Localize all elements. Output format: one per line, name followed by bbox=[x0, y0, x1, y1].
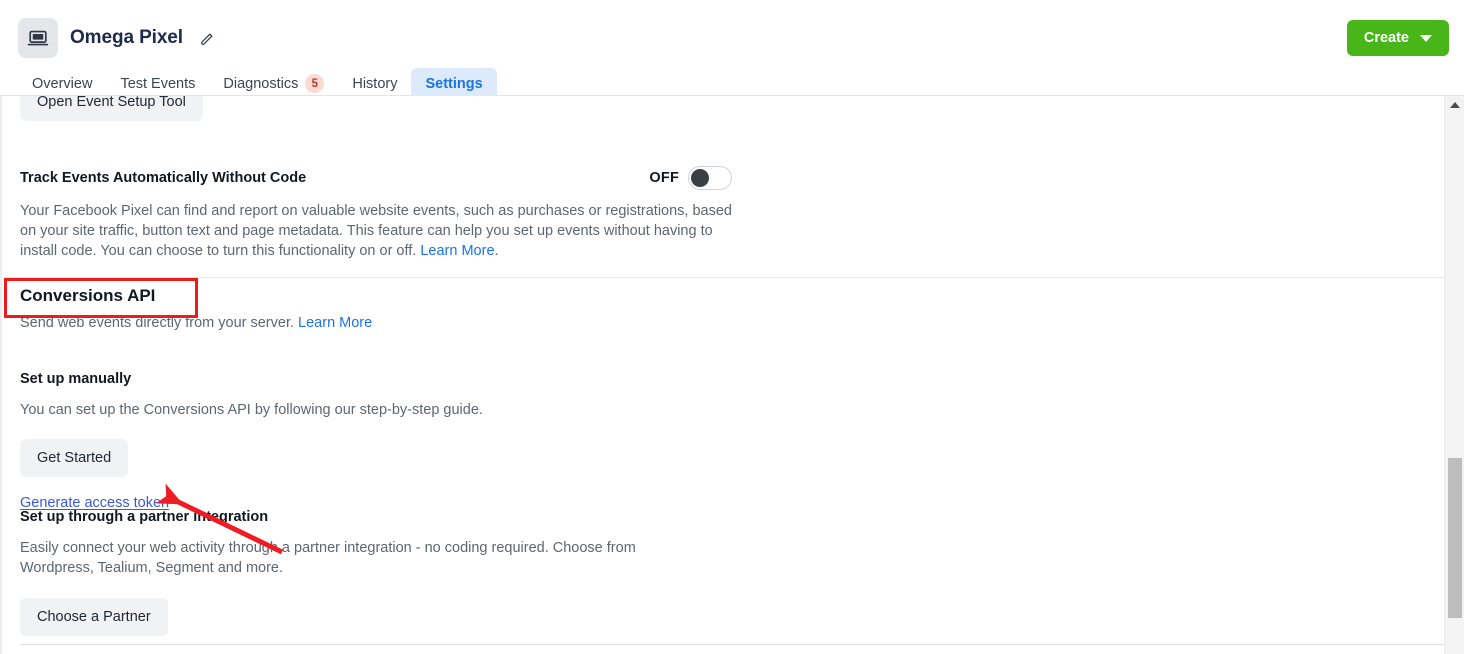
tab-test-events[interactable]: Test Events bbox=[106, 68, 209, 100]
choose-a-partner-button[interactable]: Choose a Partner bbox=[20, 598, 168, 636]
tab-settings[interactable]: Settings bbox=[411, 67, 497, 100]
setup-manually-section: Set up manually You can set up the Conve… bbox=[20, 371, 920, 512]
partner-integration-section: Set up through a partner integration Eas… bbox=[20, 509, 720, 636]
section-divider bbox=[2, 277, 1444, 278]
open-event-setup-tool-wrap: Open Event Setup Tool bbox=[20, 96, 203, 121]
tab-label: History bbox=[352, 75, 398, 92]
page-header: Omega Pixel Overview Test Events Diagnos… bbox=[0, 0, 1464, 100]
conversions-api-subtitle-text: Send web events directly from your serve… bbox=[20, 315, 295, 331]
create-button-label: Create bbox=[1363, 30, 1409, 46]
tab-label: Test Events bbox=[120, 75, 196, 92]
tab-label: Settings bbox=[425, 75, 483, 92]
track-events-learn-more-link[interactable]: Learn More bbox=[420, 243, 494, 259]
chevron-down-icon bbox=[1420, 34, 1432, 42]
tab-label: Overview bbox=[32, 75, 93, 92]
settings-content: Open Event Setup Tool Track Events Autom… bbox=[0, 96, 1444, 654]
track-events-heading: Track Events Automatically Without Code bbox=[20, 170, 307, 186]
get-started-button[interactable]: Get Started bbox=[20, 439, 129, 477]
conversions-api-title: Conversions API bbox=[20, 286, 156, 305]
toggle-state-label: OFF bbox=[649, 170, 679, 186]
title-row: Omega Pixel bbox=[18, 18, 219, 58]
vertical-scrollbar-thumb[interactable] bbox=[1448, 458, 1462, 618]
track-events-toggle-group[interactable]: OFF bbox=[649, 166, 732, 190]
diagnostics-count-badge: 5 bbox=[305, 74, 325, 93]
get-started-wrap: Get Started bbox=[20, 439, 920, 477]
toggle-knob bbox=[691, 169, 709, 187]
track-events-description-text: Your Facebook Pixel can find and report … bbox=[20, 203, 732, 259]
conversions-api-section: Conversions API Send web events directly… bbox=[20, 286, 920, 333]
description-period: . bbox=[494, 243, 499, 259]
partner-integration-description: Easily connect your web activity through… bbox=[20, 540, 636, 576]
partner-integration-heading: Set up through a partner integration bbox=[20, 509, 269, 525]
track-events-header-row: Track Events Automatically Without Code … bbox=[20, 166, 732, 190]
create-button[interactable]: Create bbox=[1346, 20, 1449, 56]
pixel-settings-page: Omega Pixel Overview Test Events Diagnos… bbox=[0, 0, 1464, 654]
setup-manually-heading: Set up manually bbox=[20, 371, 132, 387]
setup-manually-description: You can set up the Conversions API by fo… bbox=[20, 402, 483, 418]
tab-history[interactable]: History bbox=[338, 68, 411, 100]
open-event-setup-tool-button[interactable]: Open Event Setup Tool bbox=[20, 96, 203, 121]
tab-label: Diagnostics bbox=[223, 75, 299, 92]
vertical-scrollbar[interactable] bbox=[1444, 96, 1464, 654]
page-title: Omega Pixel bbox=[70, 27, 183, 48]
scroll-up-button[interactable] bbox=[1445, 96, 1464, 114]
conversions-api-subtitle: Send web events directly from your serve… bbox=[20, 313, 920, 333]
choose-partner-wrap: Choose a Partner bbox=[20, 598, 720, 636]
track-events-description: Your Facebook Pixel can find and report … bbox=[20, 201, 732, 261]
tab-overview[interactable]: Overview bbox=[18, 68, 106, 100]
track-events-section: Track Events Automatically Without Code … bbox=[20, 166, 732, 261]
arrow-up-icon bbox=[1450, 102, 1460, 108]
track-events-toggle[interactable] bbox=[688, 166, 732, 190]
pencil-icon[interactable] bbox=[197, 27, 219, 49]
conversions-api-learn-more-link[interactable]: Learn More bbox=[298, 315, 372, 331]
monitor-icon bbox=[18, 18, 58, 58]
bottom-divider bbox=[20, 644, 1444, 645]
